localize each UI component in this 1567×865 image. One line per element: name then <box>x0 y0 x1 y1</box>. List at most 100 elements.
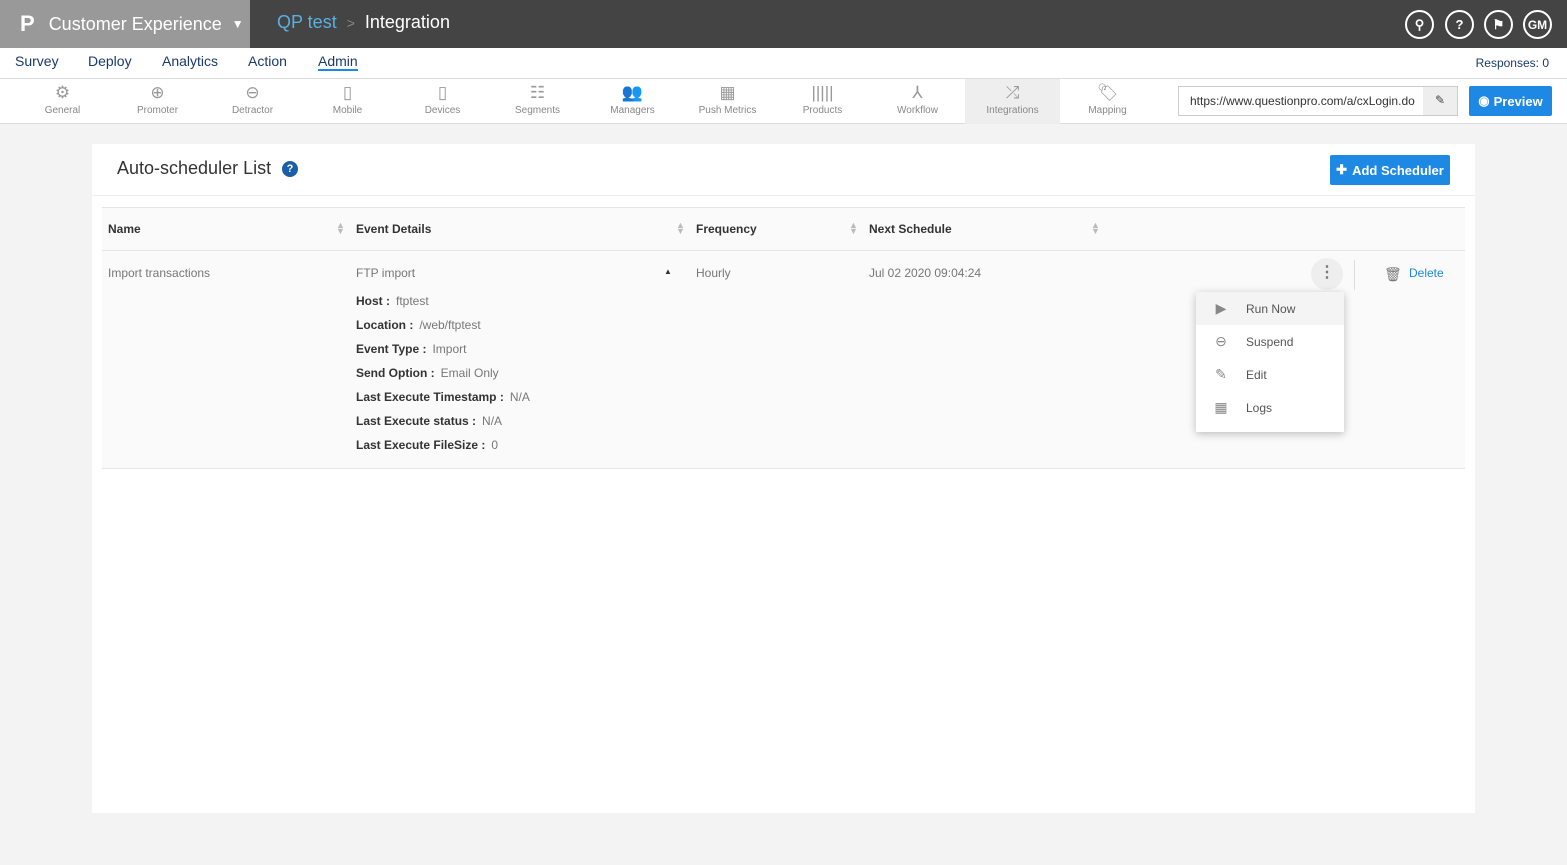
detail-location: Location : /web/ftptest <box>356 318 481 332</box>
delete-link[interactable]: Delete <box>1409 266 1444 280</box>
menu-suspend[interactable]: ⊖ Suspend <box>1196 325 1344 358</box>
tool-label: Products <box>802 105 843 116</box>
column-event-details[interactable]: Event Details <box>356 222 431 236</box>
logo-icon: P <box>20 11 35 36</box>
menu-label: Edit <box>1246 367 1267 382</box>
users-icon: 👥 <box>621 83 644 102</box>
column-next-schedule[interactable]: Next Schedule <box>869 222 952 236</box>
row-name: Import transactions <box>108 266 211 280</box>
detail-label: Event Type : <box>356 342 427 356</box>
help-icon[interactable]: ? <box>282 161 298 177</box>
menu-label: Run Now <box>1246 301 1296 316</box>
play-icon: ▶ <box>1215 300 1227 316</box>
detail-value: Import <box>432 342 467 356</box>
pencil-icon[interactable]: ✎ <box>1423 87 1457 115</box>
tool-workflow[interactable]: ⅄ Workflow <box>870 79 965 124</box>
nav-action[interactable]: Action <box>248 53 287 69</box>
tool-label: Workflow <box>897 105 938 116</box>
preview-label: Preview <box>1493 93 1543 109</box>
sort-icon[interactable]: ▲ ▼ <box>676 221 685 236</box>
chevron-right-icon: > <box>346 14 355 31</box>
row-actions-menu: ▶ Run Now ⊖ Suspend ✎ Edit ▦ Logs <box>1196 292 1344 432</box>
breadcrumb-current: Integration <box>364 12 450 32</box>
page-title: Auto-scheduler List <box>117 158 272 178</box>
detail-value: Email Only <box>440 366 499 380</box>
responses-count: Responses: 0 <box>1475 56 1549 70</box>
tool-products[interactable]: ||||| Products <box>775 79 870 124</box>
tool-label: Push Metrics <box>698 105 757 116</box>
breadcrumb-project[interactable]: QP test <box>277 12 337 33</box>
app-name: Customer Experience <box>48 13 222 34</box>
nav-deploy[interactable]: Deploy <box>88 53 132 69</box>
add-scheduler-button[interactable]: ✚ Add Scheduler <box>1330 155 1450 185</box>
avatar[interactable]: GM <box>1523 10 1552 39</box>
trash-icon[interactable]: 🗑 <box>1384 266 1402 283</box>
hierarchy-icon: ☷ <box>529 83 546 102</box>
collapse-caret-icon[interactable]: ▲ <box>664 267 672 276</box>
detail-host: Host : ftptest <box>356 294 429 308</box>
tool-label: Promoter <box>136 105 179 116</box>
tool-label: Managers <box>610 105 655 116</box>
chat-minus-icon: ⊖ <box>245 83 260 102</box>
tool-general[interactable]: ⚙ General <box>15 79 110 124</box>
nav-analytics[interactable]: Analytics <box>162 53 218 69</box>
divider <box>92 195 1475 196</box>
survey-url-field[interactable]: https://www.questionpro.com/a/cxLogin.do… <box>1178 86 1458 116</box>
plus-icon: ✚ <box>1336 162 1348 177</box>
menu-logs[interactable]: ▦ Logs <box>1196 391 1344 424</box>
detail-value: 0 <box>491 438 499 452</box>
device-icon: ▯ <box>437 83 448 102</box>
calendar-clock-icon: ▦ <box>719 83 736 102</box>
column-frequency[interactable]: Frequency <box>696 222 757 236</box>
sort-icon[interactable]: ▲ ▼ <box>849 221 858 236</box>
preview-button[interactable]: ◉ Preview <box>1469 86 1552 116</box>
main-nav: Survey Deploy Analytics Action Admin Res… <box>0 48 1567 79</box>
shuffle-icon: ⤮ <box>1005 83 1020 102</box>
breadcrumb: QP test > Integration <box>277 12 450 33</box>
detail-value: N/A <box>482 414 503 428</box>
tool-mobile[interactable]: ▯ Mobile <box>300 79 395 124</box>
nav-admin[interactable]: Admin <box>318 53 358 71</box>
tool-mapping[interactable]: 🏷 Mapping <box>1060 79 1155 124</box>
menu-edit[interactable]: ✎ Edit <box>1196 358 1344 391</box>
menu-run-now[interactable]: ▶ Run Now <box>1196 292 1344 325</box>
grid-icon: ▦ <box>1214 399 1228 415</box>
tool-integrations[interactable]: ⤮ Integrations <box>965 79 1060 124</box>
row-next-schedule: Jul 02 2020 09:04:24 <box>869 266 982 280</box>
pencil-icon: ✎ <box>1215 366 1227 382</box>
caret-down-icon: ▼ <box>231 17 244 31</box>
divider <box>1354 260 1355 290</box>
more-options-icon[interactable]: ⋮ <box>1311 258 1343 290</box>
app-switcher[interactable]: P Customer Experience ▼ <box>0 0 250 48</box>
detail-event-type: Event Type : Import <box>356 342 466 356</box>
tool-devices[interactable]: ▯ Devices <box>395 79 490 124</box>
detail-label: Host : <box>356 294 390 308</box>
url-text: https://www.questionpro.com/a/cxLogin.do <box>1190 94 1415 108</box>
sort-icon[interactable]: ▲ ▼ <box>336 221 345 236</box>
tool-detractor[interactable]: ⊖ Detractor <box>205 79 300 124</box>
tool-label: Detractor <box>231 105 274 116</box>
sort-icon[interactable]: ▲ ▼ <box>1091 221 1100 236</box>
help-icon[interactable]: ? <box>1445 10 1474 39</box>
row-frequency: Hourly <box>696 266 731 280</box>
tool-segments[interactable]: ☷ Segments <box>490 79 585 124</box>
detail-label: Last Execute status : <box>356 414 477 428</box>
tool-label: Segments <box>514 105 561 116</box>
tool-managers[interactable]: 👥 Managers <box>585 79 680 124</box>
detail-label: Last Execute Timestamp : <box>356 390 504 404</box>
tool-label: Mapping <box>1088 105 1127 116</box>
tool-promoter[interactable]: ⊕ Promoter <box>110 79 205 124</box>
detail-value: ftptest <box>396 294 429 308</box>
bell-icon[interactable]: ⚑ <box>1484 10 1513 39</box>
detail-last-status: Last Execute status : N/A <box>356 414 502 428</box>
menu-label: Logs <box>1246 400 1273 415</box>
tool-push-metrics[interactable]: ▦ Push Metrics <box>680 79 775 124</box>
tool-label: General <box>44 105 81 116</box>
nav-survey[interactable]: Survey <box>15 53 59 69</box>
barcode-icon: ||||| <box>811 83 834 102</box>
column-name[interactable]: Name <box>108 222 141 236</box>
detail-label: Location : <box>356 318 414 332</box>
detail-last-filesize: Last Execute FileSize : 0 <box>356 438 498 452</box>
detail-last-timestamp: Last Execute Timestamp : N/A <box>356 390 530 404</box>
search-icon[interactable]: ⚲ <box>1405 10 1434 39</box>
